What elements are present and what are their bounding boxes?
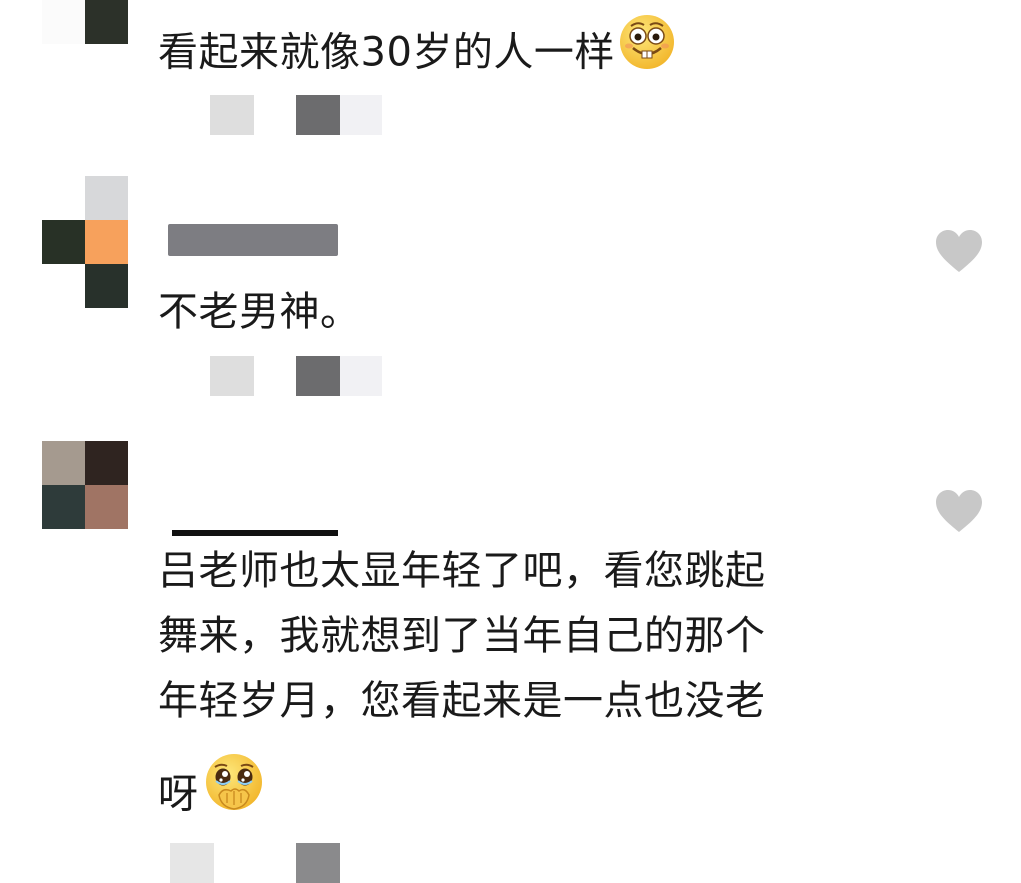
- avatar[interactable]: [42, 441, 128, 529]
- comment-item: 吕老师也太显年轻了吧，看您跳起 舞来，我就想到了当年自己的那个 年轻岁月，您看起…: [0, 0, 1021, 883]
- comment-line: 舞来，我就想到了当年自己的那个: [158, 613, 766, 659]
- comment-feed: 看起来就像30岁的人一样 不老男神。 吕老师也太显年轻了吧，看您跳起 舞来，我就…: [0, 0, 1021, 883]
- like-button[interactable]: [934, 488, 984, 534]
- comment-text: 呀: [158, 754, 267, 838]
- comment-line: 年轻岁月，您看起来是一点也没老: [158, 678, 766, 724]
- comment-line: 呀: [158, 771, 199, 818]
- comment-text: 舞来，我就想到了当年自己的那个: [158, 606, 766, 666]
- tearful-hand-over-mouth-emoji-icon: [201, 751, 267, 834]
- comment-text: 年轻岁月，您看起来是一点也没老: [158, 671, 766, 731]
- comment-text: 吕老师也太显年轻了吧，看您跳起: [158, 541, 766, 601]
- username-underline: [172, 530, 338, 536]
- heart-icon: [936, 490, 982, 532]
- comment-line: 吕老师也太显年轻了吧，看您跳起: [158, 548, 766, 594]
